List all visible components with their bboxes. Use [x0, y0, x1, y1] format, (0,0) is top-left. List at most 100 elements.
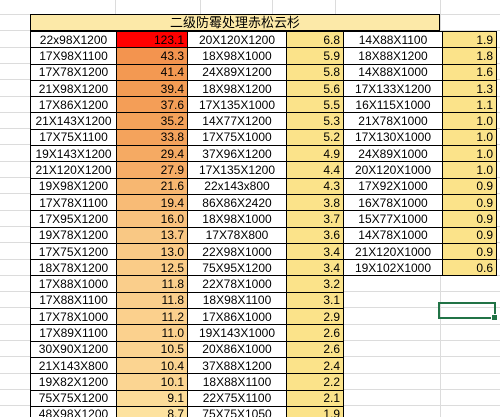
- empty-cell[interactable]: [443, 390, 497, 406]
- size-cell[interactable]: 22X98X1000: [187, 242, 287, 261]
- size-cell[interactable]: 20X86X1000: [187, 340, 287, 358]
- value-cell[interactable]: 0.9: [442, 242, 497, 261]
- empty-cell[interactable]: [344, 341, 443, 357]
- value-cell[interactable]: 4.3: [286, 177, 344, 195]
- size-cell[interactable]: 37X96X1200: [187, 145, 287, 163]
- size-cell[interactable]: 17X95X1200: [30, 210, 117, 228]
- value-cell[interactable]: 33.8: [116, 128, 188, 147]
- size-cell[interactable]: 14X77X1200: [187, 112, 287, 130]
- empty-cell[interactable]: [344, 374, 443, 390]
- value-cell[interactable]: 5.2: [286, 128, 344, 147]
- size-cell[interactable]: 48X98X1200: [30, 405, 117, 417]
- selected-cell[interactable]: [438, 302, 498, 321]
- value-cell[interactable]: 2.4: [286, 356, 344, 375]
- value-cell[interactable]: 4.9: [286, 145, 344, 163]
- size-cell[interactable]: 21X78X1000: [343, 112, 443, 130]
- value-cell[interactable]: 21.6: [116, 177, 188, 195]
- empty-cell[interactable]: [443, 325, 497, 341]
- empty-cell[interactable]: [443, 374, 497, 390]
- size-cell[interactable]: 18X98X1000: [187, 47, 287, 65]
- size-cell[interactable]: 75X75X1050: [187, 405, 287, 417]
- size-cell[interactable]: 18X98X1200: [187, 79, 287, 98]
- value-cell[interactable]: 1.9: [442, 30, 497, 49]
- size-cell[interactable]: 17X89X1100: [30, 324, 117, 342]
- value-cell[interactable]: 5.9: [286, 47, 344, 65]
- value-cell[interactable]: 123.1: [116, 30, 188, 49]
- value-cell[interactable]: 35.2: [116, 112, 188, 130]
- size-cell[interactable]: 19X102X1000: [343, 259, 443, 277]
- size-cell[interactable]: 24X89X1200: [187, 63, 287, 81]
- value-cell[interactable]: 16.0: [116, 210, 188, 228]
- value-cell[interactable]: 5.5: [286, 96, 344, 114]
- value-cell[interactable]: 8.7: [116, 405, 188, 417]
- value-cell[interactable]: 3.7: [286, 210, 344, 228]
- size-cell[interactable]: 17X130X1000: [343, 128, 443, 147]
- empty-cell[interactable]: [344, 357, 443, 373]
- value-cell[interactable]: 11.2: [116, 308, 188, 326]
- size-cell[interactable]: 17X135X1200: [187, 161, 287, 179]
- size-cell[interactable]: 17X78X1200: [30, 63, 117, 81]
- size-cell[interactable]: 21X120X1200: [30, 161, 117, 179]
- value-cell[interactable]: 0.6: [442, 259, 497, 277]
- value-cell[interactable]: 43.3: [116, 47, 188, 65]
- size-cell[interactable]: 21X143X800: [30, 356, 117, 375]
- size-cell[interactable]: 17X75X1100: [30, 128, 117, 147]
- value-cell[interactable]: 39.4: [116, 79, 188, 98]
- size-cell[interactable]: 15X77X1000: [343, 210, 443, 228]
- size-cell[interactable]: 18X98X1000: [187, 210, 287, 228]
- empty-cell[interactable]: [443, 357, 497, 373]
- size-cell[interactable]: 14X88X1100: [343, 30, 443, 49]
- size-cell[interactable]: 16X78X1000: [343, 193, 443, 212]
- value-cell[interactable]: 3.6: [286, 226, 344, 244]
- value-cell[interactable]: 3.1: [286, 291, 344, 310]
- size-cell[interactable]: 19X82X1200: [30, 373, 117, 391]
- size-cell[interactable]: 21X120X1000: [343, 242, 443, 261]
- size-cell[interactable]: 22x143x800: [187, 177, 287, 195]
- value-cell[interactable]: 0.9: [442, 210, 497, 228]
- size-cell[interactable]: 75X95X1200: [187, 259, 287, 277]
- value-cell[interactable]: 19.4: [116, 193, 188, 212]
- empty-cell[interactable]: [344, 325, 443, 341]
- size-cell[interactable]: 24X89X1000: [343, 145, 443, 163]
- size-cell[interactable]: 17X88X1100: [30, 291, 117, 310]
- size-cell[interactable]: 37X88X1200: [187, 356, 287, 375]
- value-cell[interactable]: 1.0: [442, 145, 497, 163]
- size-cell[interactable]: 18X88X1200: [343, 47, 443, 65]
- value-cell[interactable]: 3.8: [286, 193, 344, 212]
- value-cell[interactable]: 0.9: [442, 226, 497, 244]
- value-cell[interactable]: 0.9: [442, 177, 497, 195]
- size-cell[interactable]: 17X135X1000: [187, 96, 287, 114]
- size-cell[interactable]: 21X98X1200: [30, 79, 117, 98]
- empty-cell[interactable]: [344, 292, 443, 308]
- size-cell[interactable]: 22X75X1100: [187, 389, 287, 407]
- size-cell[interactable]: 17X75X1200: [30, 242, 117, 261]
- size-cell[interactable]: 19X143X1000: [187, 324, 287, 342]
- value-cell[interactable]: 29.4: [116, 145, 188, 163]
- size-cell[interactable]: 17X78X800: [187, 226, 287, 244]
- value-cell[interactable]: 5.8: [286, 63, 344, 81]
- size-cell[interactable]: 17X98X1100: [30, 47, 117, 65]
- size-cell[interactable]: 21X143X1200: [30, 112, 117, 130]
- value-cell[interactable]: 27.9: [116, 161, 188, 179]
- value-cell[interactable]: 11.8: [116, 291, 188, 310]
- value-cell[interactable]: 1.3: [442, 79, 497, 98]
- value-cell[interactable]: 0.9: [442, 193, 497, 212]
- value-cell[interactable]: 6.8: [286, 30, 344, 49]
- value-cell[interactable]: 1.9: [286, 405, 344, 417]
- value-cell[interactable]: 2.9: [286, 308, 344, 326]
- value-cell[interactable]: 37.6: [116, 96, 188, 114]
- empty-cell[interactable]: [344, 309, 443, 325]
- size-cell[interactable]: 17X86X1000: [187, 308, 287, 326]
- value-cell[interactable]: 3.2: [286, 275, 344, 293]
- size-cell[interactable]: 22x98X1200: [30, 30, 117, 49]
- size-cell[interactable]: 17X133X1200: [343, 79, 443, 98]
- value-cell[interactable]: 2.6: [286, 340, 344, 358]
- size-cell[interactable]: 17X92X1000: [343, 177, 443, 195]
- size-cell[interactable]: 86X86X2420: [187, 193, 287, 212]
- size-cell[interactable]: 17X78X1100: [30, 193, 117, 212]
- size-cell[interactable]: 19X143X1200: [30, 145, 117, 163]
- value-cell[interactable]: 10.5: [116, 340, 188, 358]
- size-cell[interactable]: 14X78X1000: [343, 226, 443, 244]
- value-cell[interactable]: 4.4: [286, 161, 344, 179]
- value-cell[interactable]: 12.5: [116, 259, 188, 277]
